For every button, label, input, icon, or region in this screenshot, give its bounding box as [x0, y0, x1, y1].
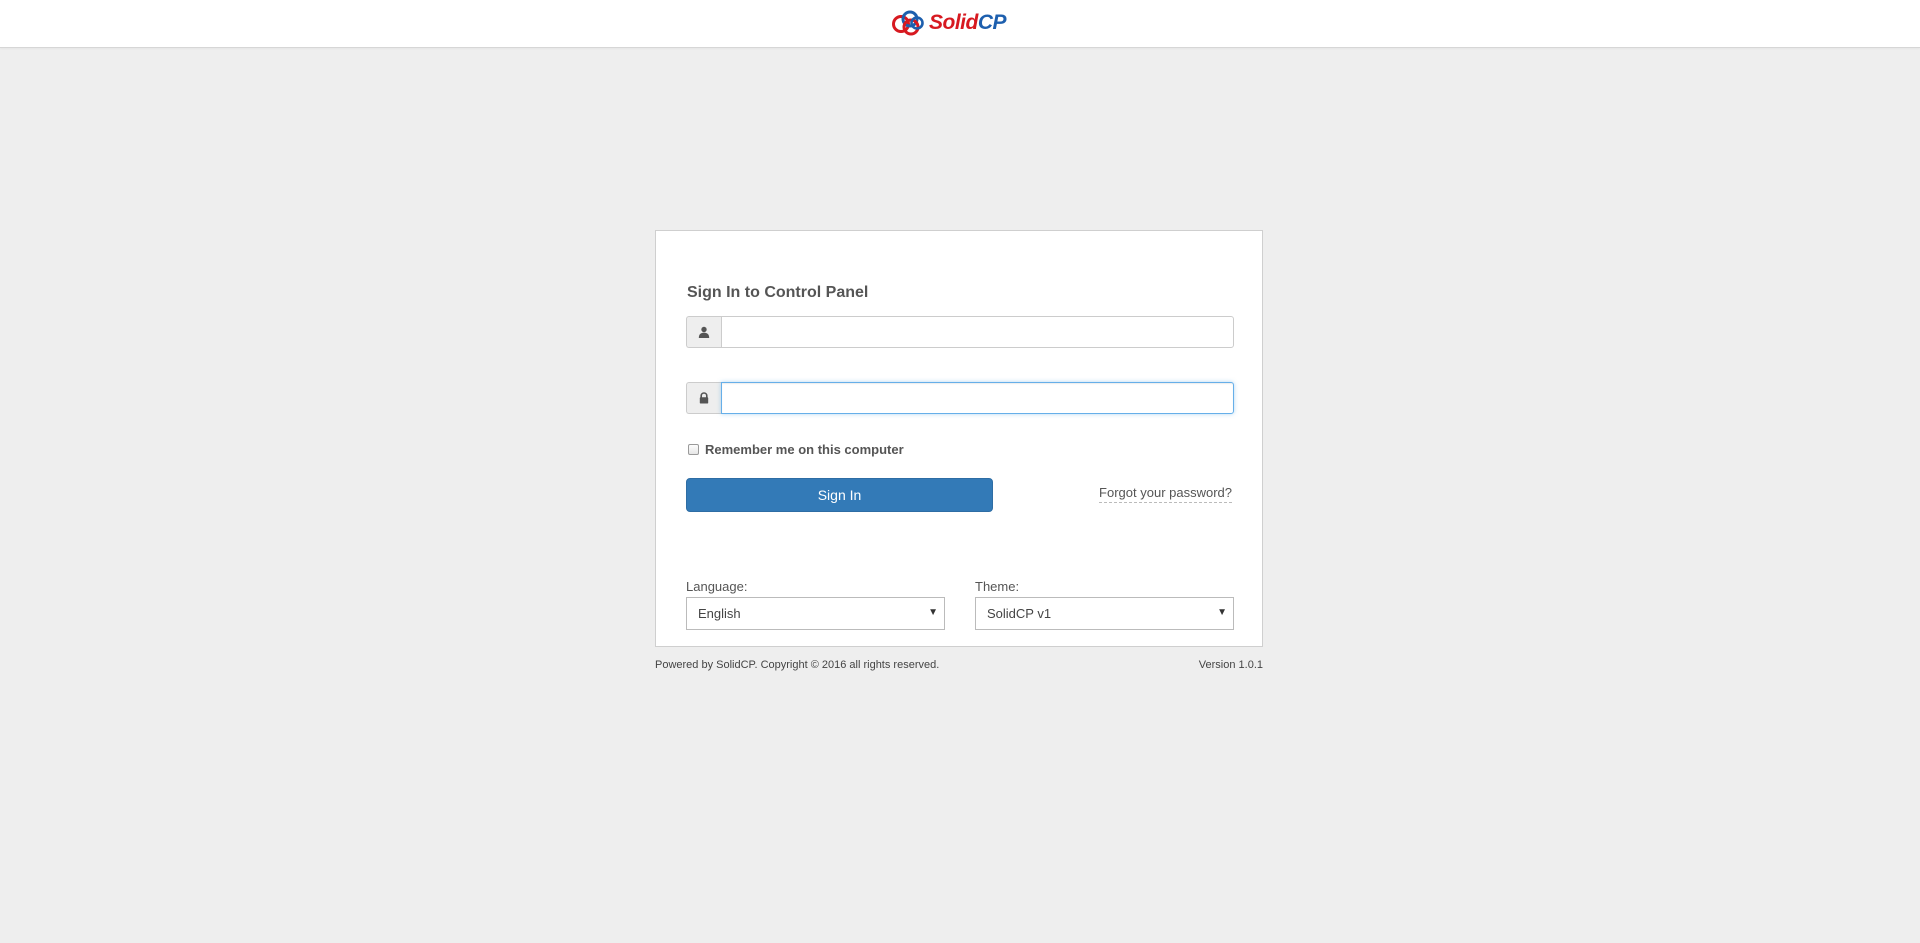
- chevron-down-icon: ▼: [928, 607, 938, 618]
- password-addon: [686, 382, 721, 414]
- chevron-down-icon: ▼: [1217, 607, 1227, 618]
- theme-selected-value: SolidCP v1: [987, 606, 1052, 621]
- top-header-bar: SolidCP: [0, 0, 1920, 48]
- copyright-text: Powered by SolidCP. Copyright © 2016 all…: [655, 659, 940, 671]
- remember-me[interactable]: Remember me on this computer: [688, 442, 904, 457]
- lock-icon: [699, 392, 709, 404]
- language-select[interactable]: English ▼: [686, 597, 945, 630]
- remember-me-checkbox[interactable]: [688, 444, 699, 455]
- theme-select[interactable]: SolidCP v1 ▼: [975, 597, 1234, 630]
- username-addon: [686, 316, 721, 348]
- password-input-group: [686, 382, 1234, 414]
- language-label: Language:: [686, 579, 748, 594]
- forgot-password-link[interactable]: Forgot your password?: [1099, 485, 1232, 503]
- login-panel: Sign In to Control Panel Remember me on …: [655, 230, 1263, 647]
- logo-wordmark: SolidCP: [929, 11, 1007, 34]
- theme-label: Theme:: [975, 579, 1020, 594]
- cloud-rings-logo-icon: [892, 10, 924, 36]
- login-title: Sign In to Control Panel: [687, 284, 869, 301]
- user-icon: [698, 326, 710, 338]
- remember-me-label[interactable]: Remember me on this computer: [705, 442, 904, 457]
- password-input[interactable]: [721, 382, 1234, 414]
- username-input-group: [686, 316, 1234, 348]
- username-input[interactable]: [721, 316, 1234, 348]
- language-selected-value: English: [698, 606, 741, 621]
- solidcp-logo[interactable]: SolidCP: [889, 8, 1007, 38]
- sign-in-button[interactable]: Sign In: [686, 478, 993, 512]
- version-text: Version 1.0.1: [1198, 659, 1263, 671]
